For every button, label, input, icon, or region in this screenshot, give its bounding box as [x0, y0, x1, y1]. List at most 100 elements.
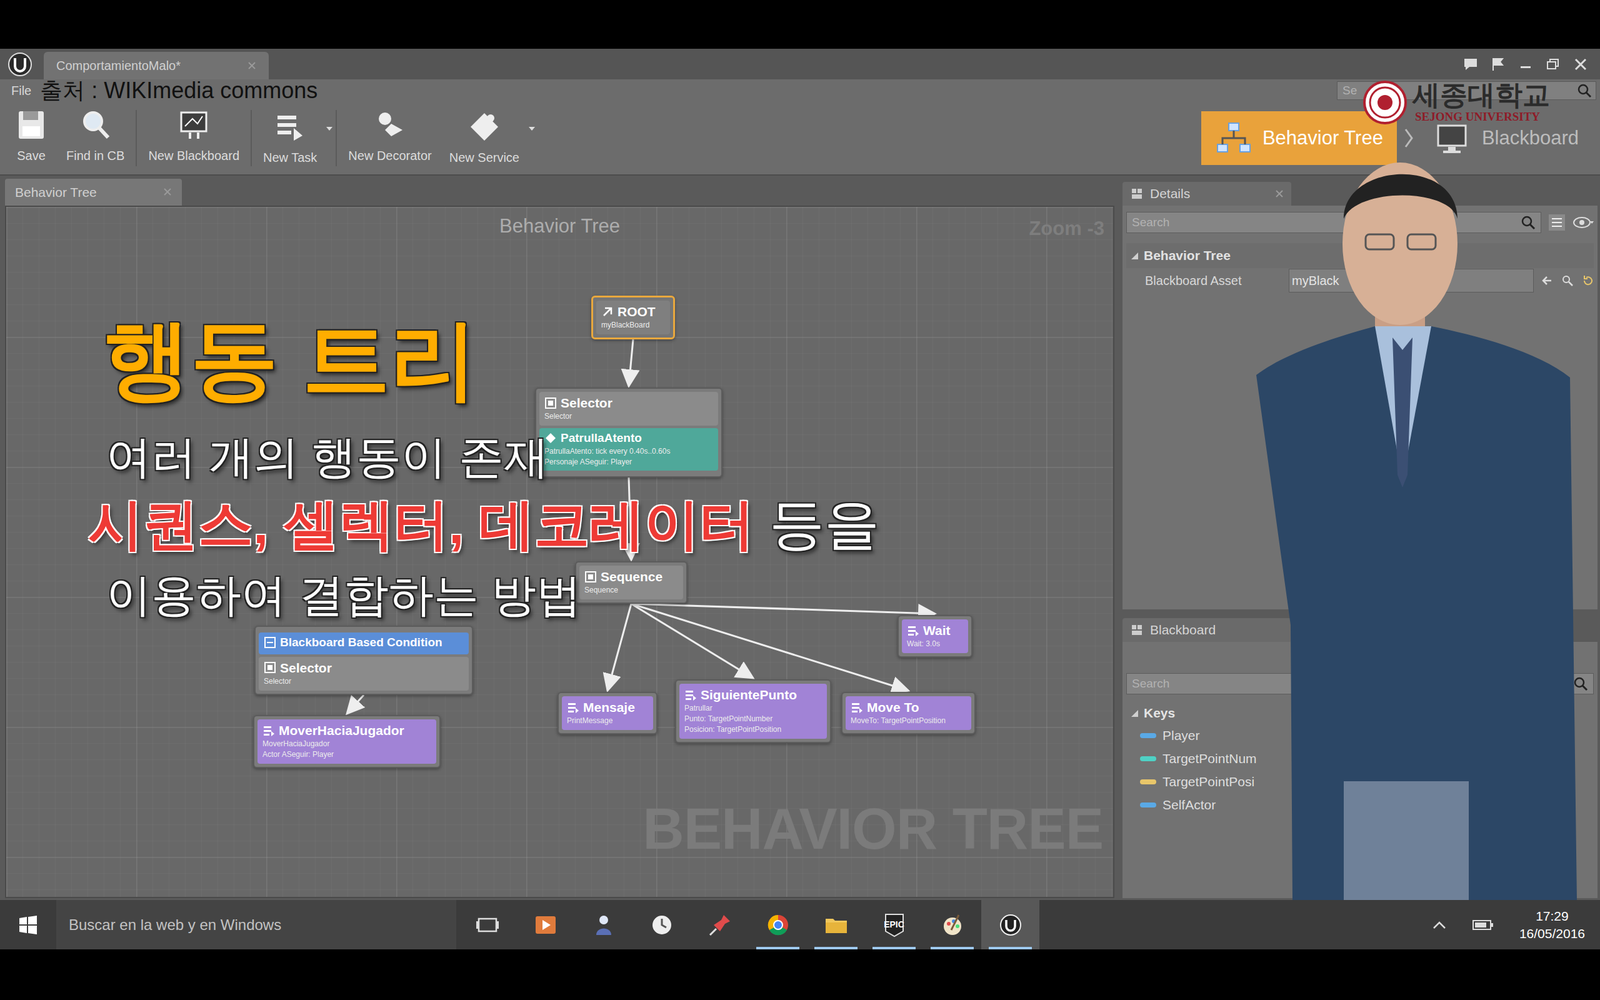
taskbar-app[interactable] — [981, 900, 1040, 950]
service-attachment[interactable]: PatrullaAtentoPatrullaAtento: tick every… — [539, 428, 719, 471]
menu-bar: File출처 : WIKImedia commons — [0, 79, 1600, 102]
list-view-icon — [1547, 213, 1567, 232]
composite-icon — [544, 396, 557, 410]
asset-dropdown[interactable]: myBlack — [1288, 268, 1534, 293]
magnifier-icon — [1520, 215, 1536, 230]
root-node[interactable]: ROOTmyBlackBoard — [591, 295, 675, 340]
edge-line — [607, 603, 632, 691]
property-row: Blackboard AssetmyBlack — [1126, 268, 1594, 294]
edge-line — [346, 695, 364, 714]
composite-node[interactable]: SequenceSequence — [575, 561, 688, 604]
blackboard-icon — [1130, 623, 1144, 637]
restore-icon[interactable] — [1545, 56, 1562, 73]
taskbar-app[interactable] — [748, 900, 807, 950]
blackboard-key[interactable]: TargetPointNum — [1126, 747, 1594, 771]
task-node[interactable]: SiguientePuntoPatrullarPunto: TargetPoin… — [675, 679, 832, 744]
people-icon — [591, 912, 617, 938]
node-header: Selector — [263, 659, 464, 677]
blackboard-key[interactable]: TargetPointPosi — [1126, 770, 1594, 794]
taskbar-search[interactable]: Buscar en la web y en Windows — [56, 900, 457, 950]
task-node[interactable]: MoverHaciaJugadorMoverHaciaJugadorActor … — [253, 715, 441, 769]
asset-name: myBlack — [1291, 271, 1340, 290]
editor-tab[interactable]: Behavior Tree — [5, 178, 182, 207]
node-detail: MoveTo: TargetPointPosition — [850, 715, 967, 727]
clock[interactable]: 17:2916/05/2016 — [1519, 907, 1585, 942]
find-icon — [78, 107, 114, 143]
task-icon — [272, 109, 308, 145]
task-node[interactable]: MensajePrintMessage — [557, 691, 658, 735]
menu-item[interactable]: File — [11, 81, 32, 100]
taskbar-app[interactable] — [574, 900, 633, 950]
composite-icon — [263, 661, 277, 674]
attachment-header: PatrullaAtento — [544, 430, 714, 447]
blackboard-key[interactable]: SelfActor — [1126, 793, 1594, 817]
task-view-icon — [475, 912, 500, 938]
property-label: Blackboard Asset — [1126, 271, 1289, 290]
chat-icon[interactable] — [1462, 56, 1479, 73]
toolbar-label: New Task — [263, 148, 317, 167]
blackboard-button[interactable]: New Blackboard — [139, 105, 249, 172]
node-detail: Actor ASeguir: Player — [262, 749, 432, 760]
decorator-button[interactable]: New Decorator — [339, 105, 440, 172]
details-tab-row: Details — [1122, 178, 1598, 206]
expand-triangle-icon — [1130, 251, 1139, 260]
zoom-level: Zoom -3 — [1028, 214, 1105, 244]
letterbox-top — [0, 0, 1600, 49]
save-button[interactable]: Save — [5, 105, 58, 172]
node-body: WaitWait: 3.0s — [901, 619, 969, 654]
minimize-icon[interactable] — [1517, 56, 1534, 73]
taskbar-app[interactable] — [690, 900, 749, 950]
composite-node[interactable]: Blackboard Based ConditionSelectorSelect… — [254, 625, 474, 695]
edge-line — [631, 603, 909, 691]
blackboard-search-row — [1126, 673, 1594, 695]
document-tab[interactable]: ComportamientoMalo* — [43, 51, 269, 80]
root-icon — [601, 305, 614, 319]
task-icon — [684, 688, 697, 702]
close-icon — [247, 61, 257, 70]
taskbar-app[interactable] — [516, 900, 575, 950]
overlay-text: 이용하여 결합하는 방법 — [106, 570, 582, 620]
title-bar: ComportamientoMalo* — [0, 48, 1600, 80]
taskbar-app[interactable] — [458, 900, 517, 950]
pinned-apps: EPIC — [458, 900, 1040, 950]
close-icon[interactable] — [1572, 56, 1589, 73]
clock-icon — [649, 912, 675, 938]
node-body: SequenceSequence — [579, 565, 684, 600]
blackboard-tab[interactable]: Blackboard — [1122, 618, 1292, 642]
behavior-tree-graph[interactable]: Behavior TreeZoom -3BEHAVIOR TREEROOTmyB… — [5, 205, 1115, 899]
node-detail: MoverHaciaJugador — [262, 738, 432, 750]
service-button[interactable]: New Service — [440, 106, 536, 170]
task-node[interactable]: Move ToMoveTo: TargetPointPosition — [841, 691, 976, 735]
editor-tab-row: Behavior Tree — [5, 178, 1115, 206]
composite-node[interactable]: SelectorSelectorPatrullaAtentoPatrullaAt… — [535, 387, 723, 478]
blackboard-key[interactable]: Player — [1126, 724, 1594, 748]
toolbar-label: New Service — [449, 148, 520, 167]
blackboard-search — [1126, 673, 1594, 695]
node-header: ROOT — [601, 303, 665, 320]
keys-group[interactable]: Keys — [1126, 701, 1594, 725]
task-node[interactable]: WaitWait: 3.0s — [897, 615, 973, 658]
decorator-attachment[interactable]: Blackboard Based Condition — [258, 632, 469, 655]
node-header: Wait — [906, 621, 964, 639]
overlay-text: 여러 개의 행동이 존재 — [106, 431, 549, 482]
taskbar-app[interactable] — [632, 900, 691, 950]
taskbar-app[interactable]: EPIC — [865, 900, 924, 950]
start-button[interactable] — [0, 900, 57, 950]
overlay-emphasis: 시퀀스, 셀렉터, 데코레이터 — [88, 493, 755, 555]
details-tab[interactable]: Details — [1122, 181, 1292, 206]
key-name: TargetPointNum — [1162, 748, 1257, 769]
task-button[interactable]: New Task — [254, 106, 334, 170]
flag-icon[interactable] — [1490, 56, 1507, 73]
chrome-icon — [765, 912, 791, 938]
details-section[interactable]: Behavior Tree — [1126, 243, 1594, 269]
taskbar-app[interactable] — [806, 900, 865, 950]
overlay-title: 행동 트리 — [103, 308, 478, 410]
node-body: MoverHaciaJugadorMoverHaciaJugadorActor … — [257, 719, 437, 764]
taskbar-app[interactable] — [923, 900, 982, 950]
node-body: Move ToMoveTo: TargetPointPosition — [845, 696, 972, 730]
mode-tab[interactable]: Behavior Tree — [1201, 111, 1397, 165]
task-icon — [566, 701, 580, 714]
search-input[interactable] — [1126, 675, 1574, 694]
find-button[interactable]: Find in CB — [57, 105, 134, 172]
search-input[interactable] — [1126, 213, 1521, 232]
